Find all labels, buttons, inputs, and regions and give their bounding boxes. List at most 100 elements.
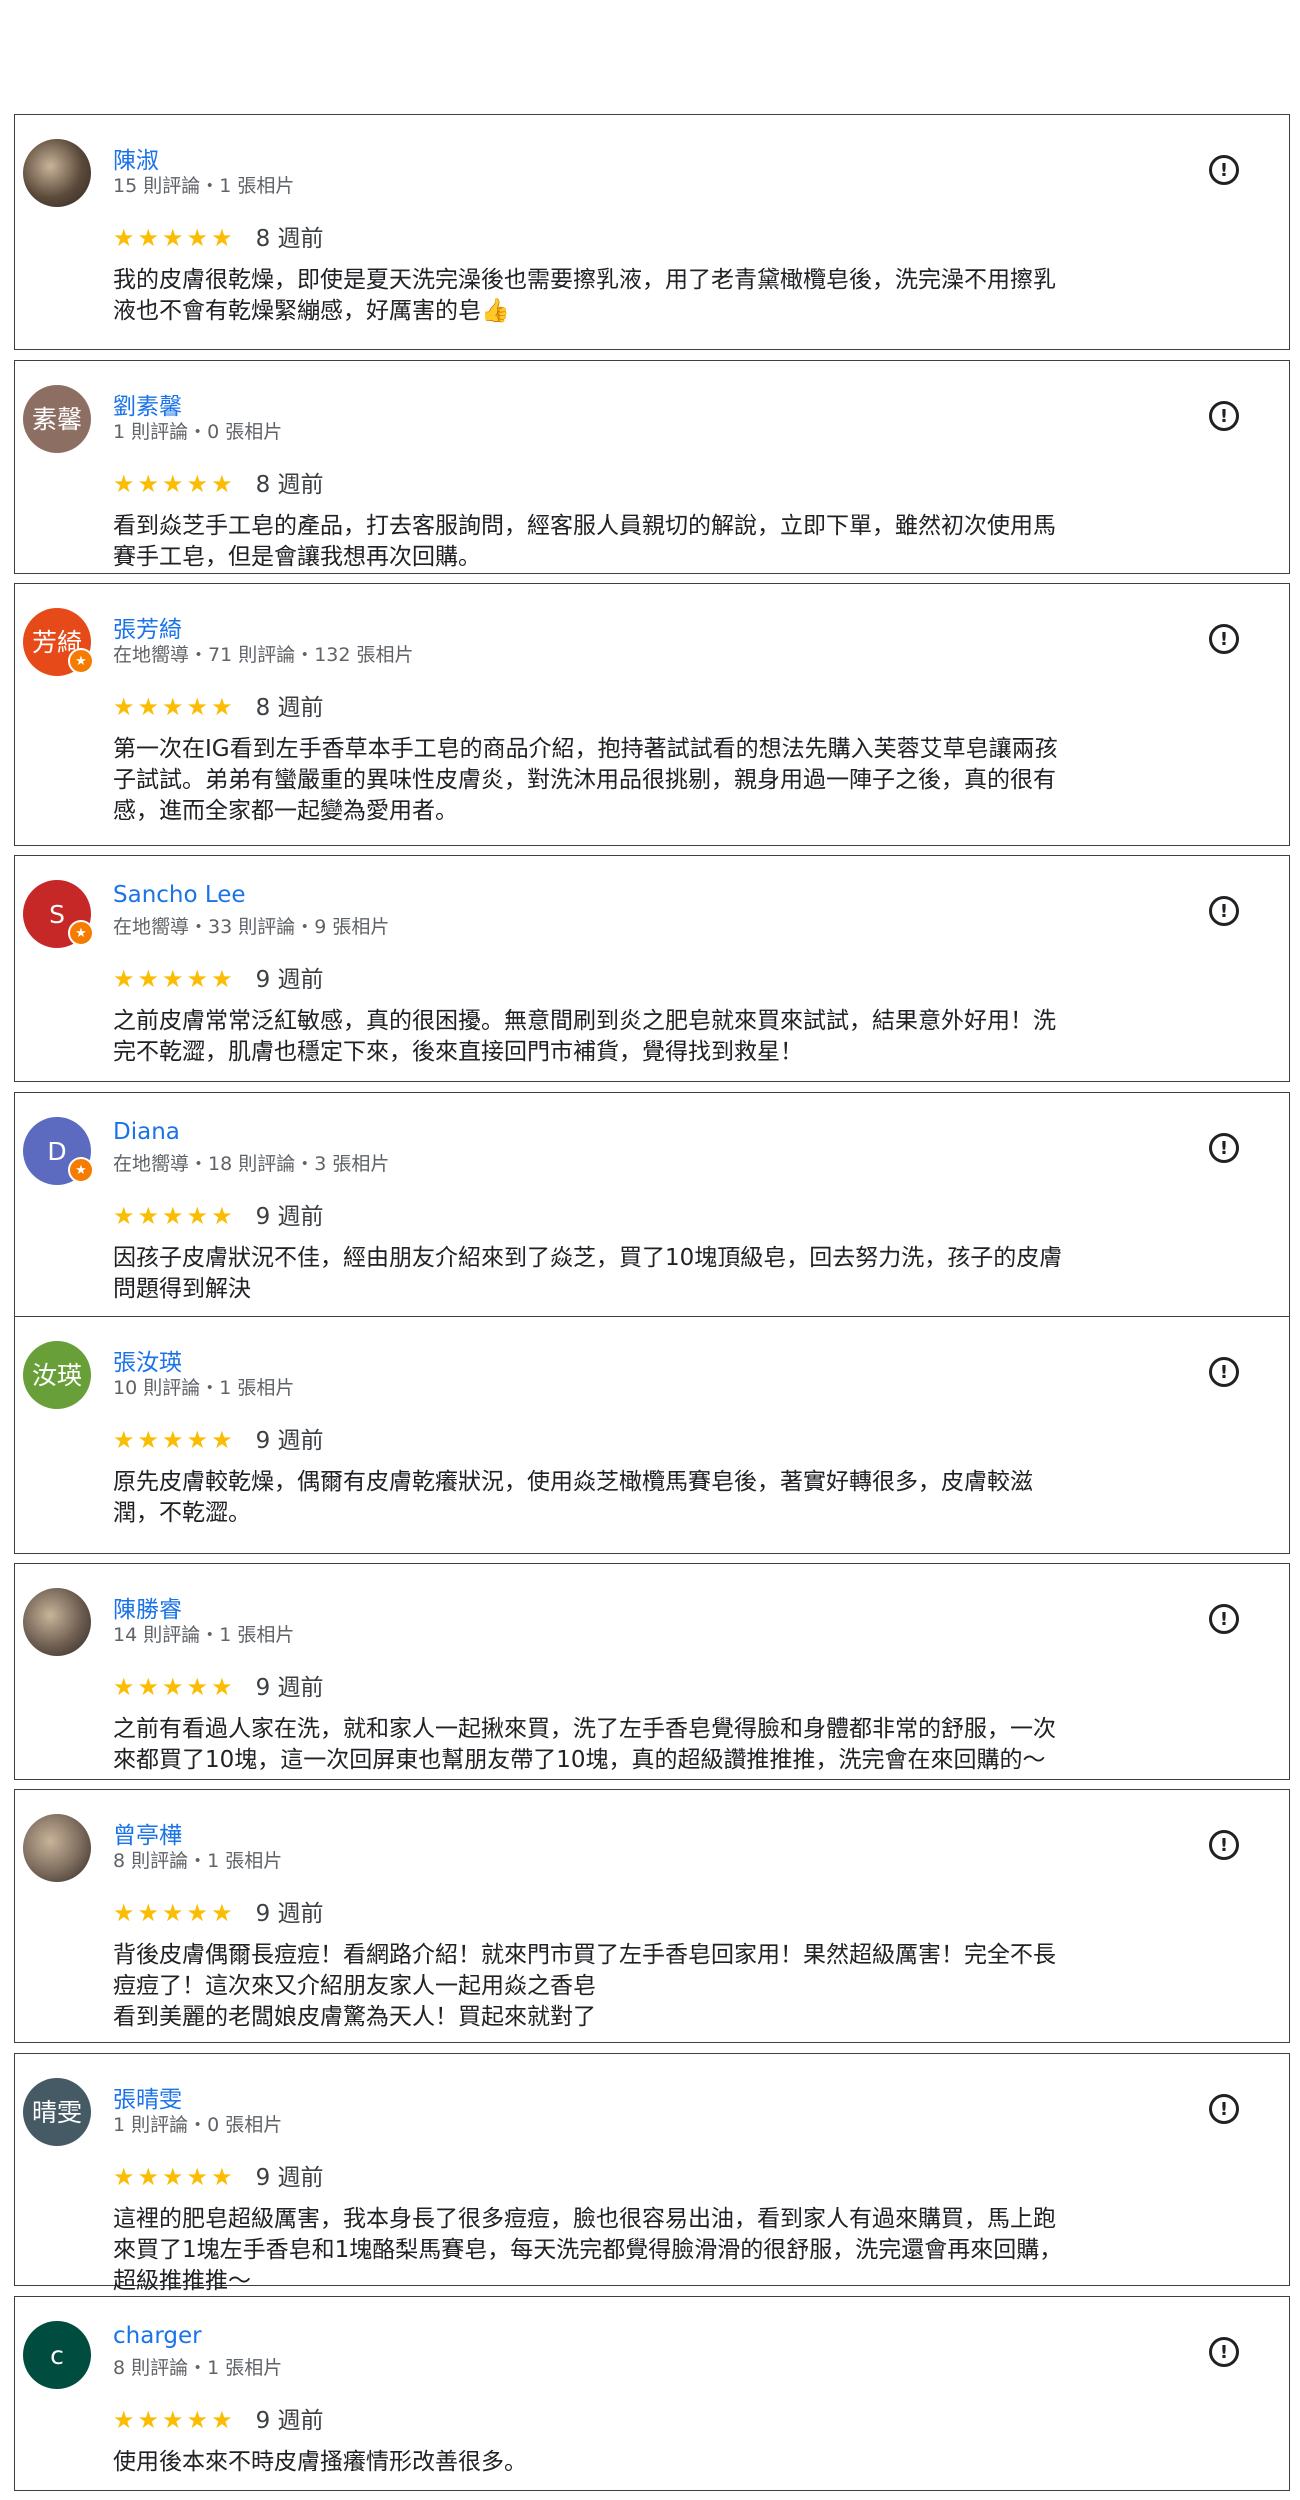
local-guide-badge-icon: ★	[68, 648, 94, 674]
review-card: c charger 8 則評論・1 張相片 ★★★★★ 9 週前使用後本來不時皮膚搔癢情…	[14, 2296, 1290, 2491]
local-guide-badge-icon: ★	[68, 920, 94, 946]
rating-row: ★★★★★ 9 週前	[113, 1668, 324, 1702]
star-rating-icon: ★★★★★	[113, 224, 236, 252]
star-rating-icon: ★★★★★	[113, 1899, 236, 1927]
avatar[interactable]: S ★	[23, 880, 94, 948]
rating-row: ★★★★★ 9 週前	[113, 1197, 324, 1231]
review-time: 9 週前	[255, 1428, 324, 1454]
reviews-list: 陳淑 15 則評論・1 張相片 ★★★★★ 8 週前 我的皮膚很乾燥，即使是夏天洗完澡後…	[0, 0, 1300, 2500]
star-rating-icon: ★★★★★	[113, 2406, 236, 2434]
reviewer-meta: 8 則評論・1 張相片	[113, 1850, 283, 1872]
review-card: 汝瑛 張汝瑛 10 則評論・1 張相片 ★★★★★ 9 週前原先皮膚較乾燥，偶爾有皮膚乾…	[14, 1316, 1290, 1554]
review-time: 9 週前	[255, 2165, 324, 2191]
avatar-initials: 素馨	[31, 404, 82, 434]
reviewer-name[interactable]: 陳勝睿	[113, 1590, 182, 1624]
rating-row: ★★★★★ 8 週前	[113, 219, 324, 253]
review-text: 背後皮膚偶爾長痘痘！看網路介紹！就來門市買了左手香皂回家用！果然超級厲害！完全不…	[113, 1942, 1056, 2030]
review-time: 8 週前	[255, 472, 324, 498]
report-flag-icon[interactable]: !	[1209, 1830, 1239, 1860]
avatar-initials: 晴雯	[31, 2097, 82, 2127]
avatar[interactable]: 芳綺 ★	[23, 608, 94, 676]
review-time: 9 週前	[255, 1901, 324, 1927]
rating-row: ★★★★★ 9 週前	[113, 960, 324, 994]
star-rating-icon: ★★★★★	[113, 1202, 236, 1230]
avatar[interactable]: 素馨	[23, 385, 91, 453]
review-text: 之前皮膚常常泛紅敏感，真的很困擾。無意間刷到炎之肥皂就來買來試試，結果意外好用！…	[113, 1008, 1056, 1065]
report-flag-icon[interactable]: !	[1209, 896, 1239, 926]
reviewer-name[interactable]: 張汝瑛	[113, 1343, 182, 1377]
review-text: 我的皮膚很乾燥，即使是夏天洗完澡後也需要擦乳液，用了老青黛橄欖皂後，洗完澡不用擦…	[113, 267, 1056, 324]
avatar[interactable]: 晴雯	[23, 2078, 91, 2146]
review-card: 曾亭樺 8 則評論・1 張相片 ★★★★★ 9 週前背後皮膚偶爾長痘痘！看網路介紹！就…	[14, 1789, 1290, 2043]
review-text: 看到焱芝手工皂的產品，打去客服詢問，經客服人員親切的解說，立即下單，雖然初次使用…	[113, 513, 1056, 570]
star-rating-icon: ★★★★★	[113, 1673, 236, 1701]
review-time: 9 週前	[255, 967, 324, 993]
review-card: D ★ Diana 在地嚮導・18 則評論・3 張相片 ★★★★★ 9 週前因孩子皮膚狀況…	[14, 1092, 1290, 1317]
reviewer-meta: 在地嚮導・71 則評論・132 張相片	[113, 644, 414, 666]
report-flag-icon[interactable]: !	[1209, 401, 1239, 431]
star-rating-icon: ★★★★★	[113, 470, 236, 498]
rating-row: ★★★★★ 9 週前	[113, 2401, 324, 2435]
star-rating-icon: ★★★★★	[113, 965, 236, 993]
star-rating-icon: ★★★★★	[113, 693, 236, 721]
reviewer-meta: 1 則評論・0 張相片	[113, 421, 283, 443]
report-flag-icon[interactable]: !	[1209, 624, 1239, 654]
review-card: 陳淑 15 則評論・1 張相片 ★★★★★ 8 週前我的皮膚很乾燥，即使是夏天洗完澡後…	[14, 114, 1290, 350]
avatar[interactable]	[23, 1814, 91, 1882]
review-card: 陳勝睿 14 則評論・1 張相片 ★★★★★ 9 週前之前有看過人家在洗，就和家人一起…	[14, 1563, 1290, 1780]
report-flag-icon[interactable]: !	[1209, 2094, 1239, 2124]
avatar[interactable]: 汝瑛	[23, 1341, 91, 1409]
avatar-initials: 汝瑛	[31, 1360, 82, 1390]
reviewer-name[interactable]: Diana	[113, 1119, 180, 1145]
avatar-initials: c	[50, 2340, 64, 2370]
review-time: 8 週前	[255, 695, 324, 721]
review-card: 芳綺 ★ 張芳綺 在地嚮導・71 則評論・132 張相片 ★★★★★ 8 週前第一次在IG…	[14, 583, 1290, 846]
review-time: 9 週前	[255, 1675, 324, 1701]
reviewer-name[interactable]: Sancho Lee	[113, 882, 246, 908]
review-text: 這裡的肥皂超級厲害，我本身長了很多痘痘，臉也很容易出油，看到家人有過來購買，馬上…	[113, 2206, 1063, 2294]
star-rating-icon: ★★★★★	[113, 2163, 236, 2191]
report-flag-icon[interactable]: !	[1209, 1357, 1239, 1387]
avatar[interactable]: c	[23, 2321, 91, 2389]
avatar[interactable]: D ★	[23, 1117, 94, 1185]
review-card: 素馨 劉素馨 1 則評論・0 張相片 ★★★★★ 8 週前看到焱芝手工皂的產品，打去客服…	[14, 360, 1290, 574]
review-card: 晴雯 張晴雯 1 則評論・0 張相片 ★★★★★ 9 週前這裡的肥皂超級厲害，我本身長了…	[14, 2053, 1290, 2294]
report-flag-icon[interactable]: !	[1209, 1133, 1239, 1163]
avatar[interactable]	[23, 139, 91, 207]
review-time: 9 週前	[255, 1204, 324, 1230]
review-time: 9 週前	[255, 2408, 324, 2434]
review-card: S ★ Sancho Lee 在地嚮導・33 則評論・9 張相片 ★★★★★ 9 週前之前…	[14, 855, 1290, 1082]
review-text: 原先皮膚較乾燥，偶爾有皮膚乾癢狀況，使用焱芝橄欖馬賽皂後，著實好轉很多，皮膚較滋…	[113, 1469, 1033, 1526]
report-flag-icon[interactable]: !	[1209, 155, 1239, 185]
avatar-initials: S	[49, 899, 65, 929]
report-flag-icon[interactable]: !	[1209, 2337, 1239, 2367]
reviewer-name[interactable]: 陳淑	[113, 141, 159, 175]
review-text: 因孩子皮膚狀況不佳，經由朋友介紹來到了焱芝，買了10塊頂級皂，回去努力洗，孩子的…	[113, 1245, 1063, 1302]
review-text: 使用後本來不時皮膚搔癢情形改善很多。	[113, 2449, 527, 2475]
reviewer-meta: 10 則評論・1 張相片	[113, 1377, 295, 1399]
reviewer-meta: 8 則評論・1 張相片	[113, 2357, 283, 2379]
reviewer-meta: 15 則評論・1 張相片	[113, 175, 295, 197]
review-text: 第一次在IG看到左手香草本手工皂的商品介紹，抱持著試試看的想法先購入芙蓉艾草皂讓…	[113, 736, 1058, 824]
rating-row: ★★★★★ 8 週前	[113, 688, 324, 722]
reviewer-meta: 在地嚮導・18 則評論・3 張相片	[113, 1153, 390, 1175]
rating-row: ★★★★★ 9 週前	[113, 1421, 324, 1455]
avatar[interactable]	[23, 1588, 91, 1656]
avatar-initials: D	[47, 1136, 67, 1166]
local-guide-badge-icon: ★	[68, 1157, 94, 1183]
reviewer-name[interactable]: 張芳綺	[113, 610, 182, 644]
reviewer-name[interactable]: 張晴雯	[113, 2080, 182, 2114]
review-text: 之前有看過人家在洗，就和家人一起揪來買，洗了左手香皂覺得臉和身體都非常的舒服，一…	[113, 1716, 1056, 1773]
review-time: 8 週前	[255, 226, 324, 252]
reviewer-name[interactable]: 曾亭樺	[113, 1816, 182, 1850]
rating-row: ★★★★★ 9 週前	[113, 1894, 324, 1928]
reviewer-name[interactable]: 劉素馨	[113, 387, 182, 421]
reviewer-meta: 1 則評論・0 張相片	[113, 2114, 283, 2136]
report-flag-icon[interactable]: !	[1209, 1604, 1239, 1634]
rating-row: ★★★★★ 9 週前	[113, 2158, 324, 2192]
reviewer-meta: 在地嚮導・33 則評論・9 張相片	[113, 916, 390, 938]
rating-row: ★★★★★ 8 週前	[113, 465, 324, 499]
reviewer-meta: 14 則評論・1 張相片	[113, 1624, 295, 1646]
reviewer-name[interactable]: charger	[113, 2323, 202, 2349]
star-rating-icon: ★★★★★	[113, 1426, 236, 1454]
